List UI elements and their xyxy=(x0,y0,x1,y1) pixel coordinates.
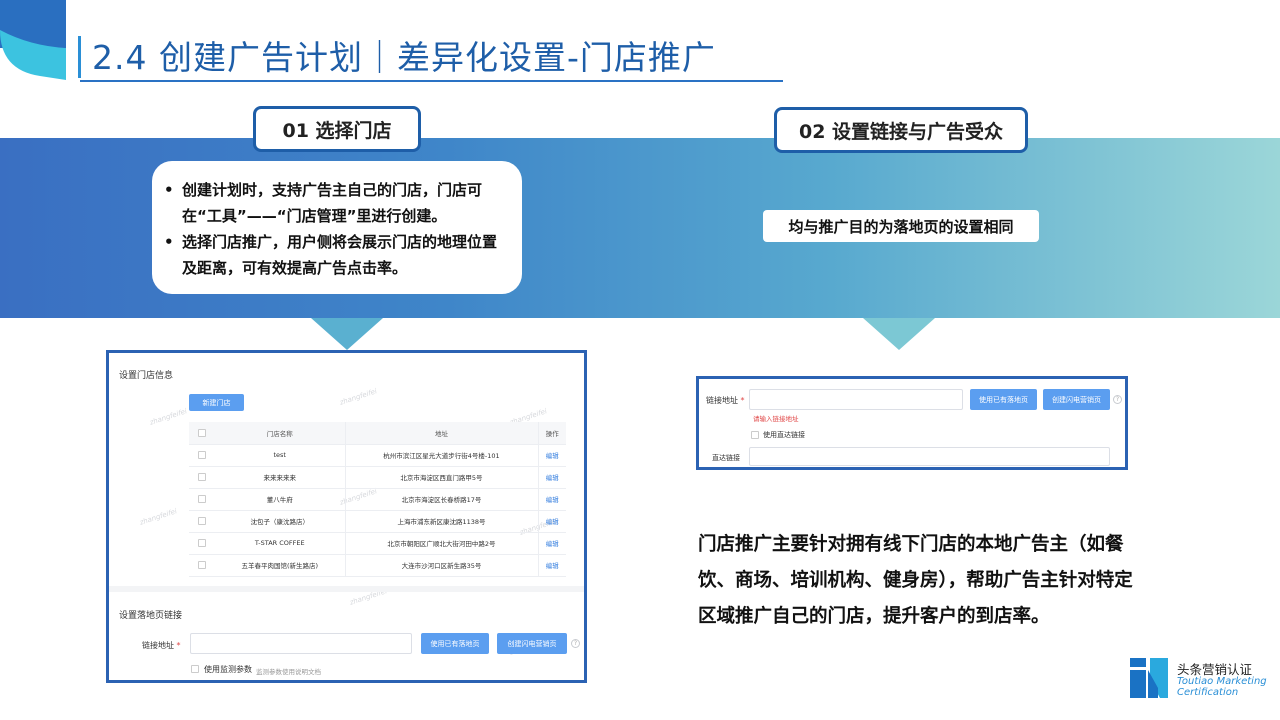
required-mark: * xyxy=(176,641,181,650)
edit-link[interactable]: 编辑 xyxy=(538,510,566,533)
watermark: zhangfeifei xyxy=(138,507,179,527)
edit-link[interactable]: 编辑 xyxy=(538,532,566,555)
header-address: 地址 xyxy=(345,422,539,445)
monitor-param-checkbox[interactable] xyxy=(191,665,199,673)
direct-link-input[interactable] xyxy=(749,447,1110,466)
pointer-down-icon xyxy=(311,318,383,350)
table-row: 五羊春平肉国馆(新生路店) 大连市沙河口区新生路35号 编辑 xyxy=(189,554,566,577)
store-name-cell: 五羊春平肉国馆(新生路店) xyxy=(215,554,346,577)
row-checkbox[interactable] xyxy=(198,451,206,459)
direct-link-checkbox[interactable] xyxy=(751,431,759,439)
toutiao-certification-logo-icon xyxy=(1130,658,1168,698)
step-02-label: 02 设置链接与广告受众 xyxy=(774,107,1028,153)
corner-decoration xyxy=(0,0,66,80)
store-address-cell: 北京市海淀区西直门路甲5号 xyxy=(345,466,539,489)
store-selection-bubble: • 创建计划时，支持广告主自己的门店，门店可在“工具”——“门店管理”里进行创建… xyxy=(152,161,522,294)
edit-link[interactable]: 编辑 xyxy=(538,466,566,489)
store-name-cell: 沈包子（康沈路店） xyxy=(215,510,346,533)
description-text: 门店推广主要针对拥有线下门店的本地广告主（如餐饮、商场、培训机构、健身房），帮助… xyxy=(698,534,1133,627)
required-mark: * xyxy=(740,396,745,405)
section-divider xyxy=(109,586,584,592)
link-address-label: 链接地址 * xyxy=(706,395,745,406)
bullet-item: • 选择门店推广，用户侧将会展示门店的地理位置及距离，可有效提高广告点击率。 xyxy=(164,229,508,281)
bullet-dot-icon: • xyxy=(164,181,174,199)
store-name-cell: test xyxy=(215,444,346,467)
store-address-cell: 北京市海淀区长春桥路17号 xyxy=(345,488,539,511)
row-checkbox[interactable] xyxy=(198,561,206,569)
step-01-label: 01 选择门店 xyxy=(253,106,421,152)
section-store-title: 设置门店信息 xyxy=(119,371,174,381)
create-flash-page-button[interactable]: 创建闪电营销页 xyxy=(497,633,567,654)
store-name-cell: 来来来来来 xyxy=(215,466,346,489)
table-row: test 杭州市滨江区星光大道步行街4号楼-101 编辑 xyxy=(189,444,566,467)
pointer-down-icon xyxy=(863,318,935,350)
link-address-input[interactable] xyxy=(749,389,963,410)
title-underline xyxy=(80,80,783,82)
link-address-label: 链接地址 * xyxy=(142,640,181,651)
link-address-label-text: 链接地址 xyxy=(706,396,738,405)
bullet-text: 创建计划时，支持广告主自己的门店，门店可在“工具”——“门店管理”里进行创建。 xyxy=(182,181,483,225)
link-address-input[interactable] xyxy=(190,633,412,654)
help-icon[interactable]: ? xyxy=(1113,395,1122,404)
new-store-button[interactable]: 新建门店 xyxy=(189,394,244,411)
monitor-param-label: 使用监测参数 xyxy=(204,665,252,674)
row-checkbox[interactable] xyxy=(198,473,206,481)
help-icon[interactable]: ? xyxy=(571,639,580,648)
store-address-cell: 北京市朝阳区广顺北大街河田中路2号 xyxy=(345,532,539,555)
store-name-cell: 董八牛府 xyxy=(215,488,346,511)
row-checkbox[interactable] xyxy=(198,517,206,525)
table-row: 董八牛府 北京市海淀区长春桥路17号 编辑 xyxy=(189,488,566,511)
store-table: 门店名称 地址 操作 test 杭州市滨江区星光大道步行街4号楼-101 编辑 … xyxy=(189,422,566,577)
bullet-text: 选择门店推广，用户侧将会展示门店的地理位置及距离，可有效提高广告点击率。 xyxy=(182,233,498,277)
direct-link-label: 直达链接 xyxy=(712,454,740,462)
table-row: 来来来来来 北京市海淀区西直门路甲5号 编辑 xyxy=(189,466,566,489)
watermark: zhangfeifei xyxy=(148,407,189,427)
bullet-dot-icon: • xyxy=(164,233,174,251)
store-settings-screenshot: zhangfeifei zhangfeifei zhangfeifei zhan… xyxy=(106,350,587,683)
right-note: 均与推广目的为落地页的设置相同 xyxy=(763,210,1039,242)
row-checkbox[interactable] xyxy=(198,495,206,503)
store-address-cell: 大连市沙河口区新生路35号 xyxy=(345,554,539,577)
store-name-cell: T-STAR COFFEE xyxy=(215,532,346,555)
edit-link[interactable]: 编辑 xyxy=(538,488,566,511)
logo-text-en-line1: Toutiao Marketing xyxy=(1177,676,1267,687)
direct-link-checkbox-label: 使用直达链接 xyxy=(763,431,805,439)
store-address-cell: 上海市浦东新区康沈路1138号 xyxy=(345,510,539,533)
header-store-name: 门店名称 xyxy=(215,422,346,445)
use-existing-landing-button[interactable]: 使用已有落地页 xyxy=(970,389,1037,410)
link-settings-screenshot: 链接地址 * 使用已有落地页 创建闪电营销页 ? 请输入链接地址 使用直达链接 … xyxy=(696,376,1128,470)
link-error-message: 请输入链接地址 xyxy=(753,415,799,423)
edit-link[interactable]: 编辑 xyxy=(538,554,566,577)
watermark: zhangfeifei xyxy=(338,387,379,407)
select-all-checkbox[interactable] xyxy=(198,428,206,437)
row-checkbox[interactable] xyxy=(198,539,206,547)
link-address-label-text: 链接地址 xyxy=(142,641,174,650)
edit-link[interactable]: 编辑 xyxy=(538,444,566,467)
table-row: 沈包子（康沈路店） 上海市浦东新区康沈路1138号 编辑 xyxy=(189,510,566,533)
page-title: 2.4 创建广告计划｜差异化设置-门店推广 xyxy=(92,38,716,77)
store-address-cell: 杭州市滨江区星光大道步行街4号楼-101 xyxy=(345,444,539,467)
table-header-row: 门店名称 地址 操作 xyxy=(189,422,566,445)
title-accent-bar xyxy=(78,36,81,78)
monitor-doc-link[interactable]: 监测参数使用说明文档 xyxy=(256,666,321,676)
table-row: T-STAR COFFEE 北京市朝阳区广顺北大街河田中路2号 编辑 xyxy=(189,532,566,555)
logo-text-en-line2: Certification xyxy=(1177,687,1239,698)
create-flash-page-button[interactable]: 创建闪电营销页 xyxy=(1043,389,1110,410)
header-action: 操作 xyxy=(538,422,566,445)
section-landing-title: 设置落地页链接 xyxy=(119,611,183,621)
use-existing-landing-button[interactable]: 使用已有落地页 xyxy=(421,633,489,654)
bullet-item: • 创建计划时，支持广告主自己的门店，门店可在“工具”——“门店管理”里进行创建… xyxy=(164,177,508,229)
